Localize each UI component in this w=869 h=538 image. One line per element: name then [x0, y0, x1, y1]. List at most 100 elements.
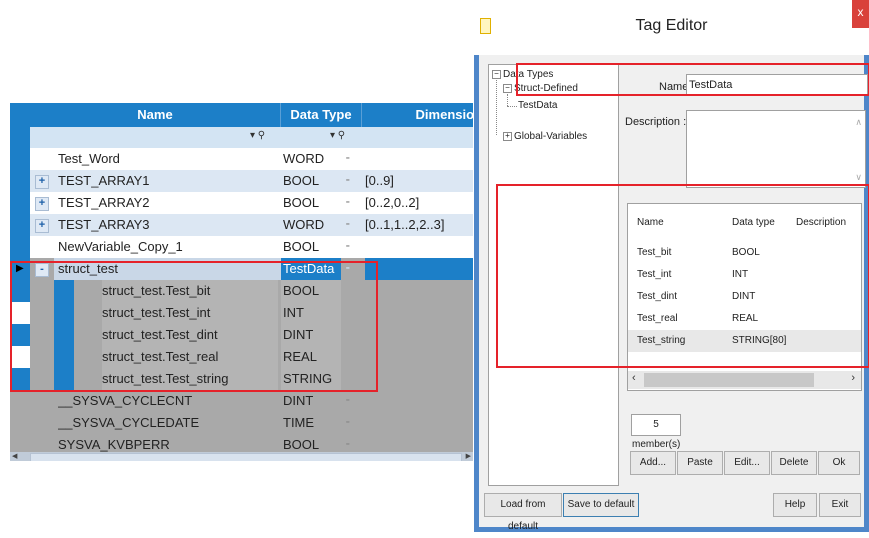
cell-name[interactable]: struct_test.Test_bit	[102, 280, 278, 302]
ok-button[interactable]: Ok	[818, 451, 860, 475]
grid-row[interactable]: + TEST_ARRAY1 BOOL ⁃ [0..9]	[10, 170, 473, 192]
name-field[interactable]: TestData	[686, 74, 868, 96]
cell-name[interactable]: struct_test.Test_real	[102, 346, 278, 368]
grid-row[interactable]: Test_Word WORD ⁃	[10, 148, 473, 170]
cell-dimension[interactable]	[365, 412, 473, 434]
scroll-right-icon[interactable]: ▶	[466, 452, 471, 460]
row-selector[interactable]	[10, 280, 30, 302]
cell-data-type[interactable]: DINT	[281, 390, 341, 412]
cell-name[interactable]: NewVariable_Copy_1	[58, 236, 278, 258]
grid-row[interactable]: struct_test.Test_string STRING	[10, 368, 473, 390]
member-row[interactable]: Test_string STRING[80]	[628, 330, 861, 352]
expand-icon[interactable]: +	[35, 197, 49, 211]
cell-name[interactable]: struct_test.Test_dint	[102, 324, 278, 346]
scroll-left-icon[interactable]: ‹	[632, 372, 636, 384]
close-button[interactable]: x	[852, 0, 869, 28]
row-selector[interactable]	[10, 148, 30, 170]
cell-data-type[interactable]: BOOL	[281, 192, 341, 214]
row-selector[interactable]	[10, 302, 30, 324]
scroll-right-icon[interactable]: ›	[851, 372, 855, 384]
cell-dimension[interactable]	[365, 236, 473, 258]
collapse-icon[interactable]: -	[35, 263, 49, 277]
filter-icon-data-type[interactable]: ▾ ⚲	[330, 130, 345, 141]
member-row[interactable]: Test_real REAL	[628, 308, 861, 330]
cell-name[interactable]: __SYSVA_CYCLEDATE	[58, 412, 278, 434]
cell-data-type[interactable]: WORD	[281, 214, 341, 236]
grid-row[interactable]: struct_test.Test_int INT	[10, 302, 473, 324]
member-list[interactable]: Name Data type Description Test_bit BOOL T…	[627, 203, 862, 391]
column-header-dimension[interactable]: Dimension	[362, 103, 473, 127]
cell-data-type[interactable]: REAL	[281, 346, 341, 368]
cell-dimension[interactable]	[365, 368, 473, 390]
cell-dimension[interactable]	[365, 258, 473, 280]
cell-dimension[interactable]	[365, 280, 473, 302]
scroll-thumb[interactable]	[644, 373, 814, 387]
member-header-name[interactable]: Name	[637, 212, 664, 234]
collapse-icon[interactable]: −	[503, 83, 512, 93]
cell-dimension[interactable]	[365, 148, 473, 170]
scroll-up-icon[interactable]: ∧	[855, 117, 862, 128]
member-row[interactable]: Test_bit BOOL	[628, 242, 861, 264]
column-header-name[interactable]: Name	[30, 103, 281, 127]
cell-data-type[interactable]: TestData	[281, 258, 341, 280]
row-selector[interactable]	[10, 236, 30, 258]
grid-row[interactable]: NewVariable_Copy_1 BOOL ⁃	[10, 236, 473, 258]
filter-icon-name[interactable]: ▾ ⚲	[250, 130, 265, 141]
member-list-scrollbar[interactable]: ‹ ›	[628, 371, 861, 389]
expand-icon[interactable]: +	[35, 219, 49, 233]
cell-data-type[interactable]: DINT	[281, 324, 341, 346]
tree-node-struct-defined[interactable]: − Struct-Defined	[503, 83, 578, 94]
cell-data-type[interactable]: WORD	[281, 148, 341, 170]
exit-button[interactable]: Exit	[819, 493, 861, 517]
tree-node-global-variables[interactable]: + Global-Variables	[503, 131, 587, 142]
dropdown-icon[interactable]: ⁃	[345, 170, 351, 192]
cell-name[interactable]: struct_test.Test_string	[102, 368, 278, 390]
add-button[interactable]: Add...	[630, 451, 676, 475]
description-field[interactable]: ∧ ∨	[686, 110, 866, 188]
cell-name[interactable]: struct_test	[54, 258, 284, 280]
tree-node-testdata[interactable]: TestData	[518, 100, 557, 111]
cell-dimension[interactable]: [0..1,1..2,2..3]	[365, 214, 473, 236]
cell-name[interactable]: __SYSVA_CYCLECNT	[58, 390, 278, 412]
member-header-description[interactable]: Description	[796, 212, 846, 234]
cell-name[interactable]: TEST_ARRAY3	[58, 214, 278, 236]
row-selector[interactable]	[10, 412, 30, 434]
collapse-icon[interactable]: −	[492, 69, 501, 79]
cell-dimension[interactable]	[365, 390, 473, 412]
cell-data-type[interactable]: BOOL	[281, 280, 341, 302]
cell-dimension[interactable]: [0..9]	[365, 170, 473, 192]
cell-name[interactable]: TEST_ARRAY1	[58, 170, 278, 192]
dropdown-icon[interactable]: ⁃	[345, 214, 351, 236]
scroll-left-icon[interactable]: ◀	[12, 452, 17, 460]
cell-dimension[interactable]	[365, 346, 473, 368]
cell-data-type[interactable]: STRING	[281, 368, 341, 390]
help-button[interactable]: Help	[773, 493, 817, 517]
cell-name[interactable]: Test_Word	[58, 148, 278, 170]
dropdown-icon[interactable]: ⁃	[345, 148, 351, 170]
row-selector[interactable]	[10, 324, 30, 346]
expand-icon[interactable]: +	[503, 131, 512, 141]
row-selector[interactable]	[10, 214, 30, 236]
member-row[interactable]: Test_dint DINT	[628, 286, 861, 308]
cell-dimension[interactable]	[365, 324, 473, 346]
row-selector[interactable]	[10, 170, 30, 192]
scroll-thumb[interactable]	[30, 453, 462, 461]
dropdown-icon[interactable]: ⁃	[345, 412, 351, 434]
cell-data-type[interactable]: BOOL	[281, 170, 341, 192]
grid-row[interactable]: ▶ - struct_test TestData ⁃	[10, 258, 473, 280]
member-row[interactable]: Test_int INT	[628, 264, 861, 286]
row-selector[interactable]	[10, 390, 30, 412]
cell-name[interactable]: struct_test.Test_int	[102, 302, 278, 324]
grid-row[interactable]: + TEST_ARRAY3 WORD ⁃ [0..1,1..2,2..3]	[10, 214, 473, 236]
edit-button[interactable]: Edit...	[724, 451, 770, 475]
cell-data-type[interactable]: INT	[281, 302, 341, 324]
load-from-default-button[interactable]: Load from default	[484, 493, 562, 532]
row-selector[interactable]: ▶	[10, 258, 30, 280]
cell-data-type[interactable]: BOOL	[281, 236, 341, 258]
delete-button[interactable]: Delete	[771, 451, 817, 475]
row-selector[interactable]	[10, 368, 30, 390]
dropdown-icon[interactable]: ⁃	[345, 258, 351, 280]
grid-row[interactable]: struct_test.Test_dint DINT	[10, 324, 473, 346]
tree-node-data-types[interactable]: − Data Types	[492, 69, 553, 80]
grid-horizontal-scrollbar[interactable]: ◀ ▶	[10, 452, 473, 461]
